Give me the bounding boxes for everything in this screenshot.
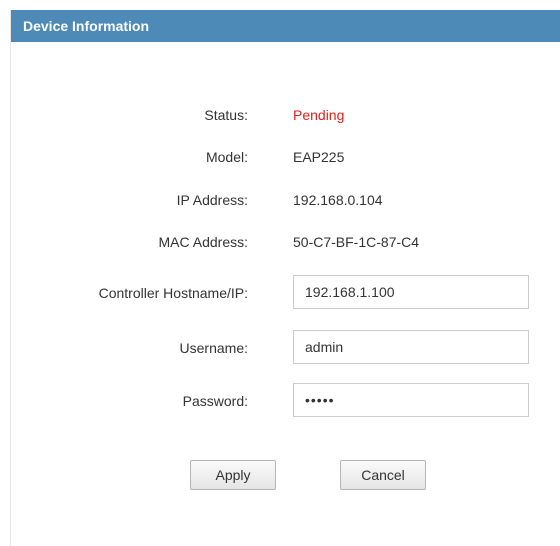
password-label: Password:	[182, 393, 248, 409]
model-value: EAP225	[293, 149, 345, 165]
ip-address-label: IP Address:	[176, 192, 248, 208]
status-value: Pending	[293, 107, 345, 123]
model-label: Model:	[205, 149, 248, 165]
mac-address-label: MAC Address:	[158, 234, 248, 250]
username-input[interactable]	[293, 330, 529, 364]
device-information-panel: Device Information Status: Pending Model…	[10, 10, 560, 546]
password-row: Password:	[11, 383, 560, 419]
status-row: Status: Pending	[11, 97, 560, 133]
password-input[interactable]	[293, 383, 529, 417]
button-row: Apply Cancel	[11, 460, 560, 496]
controller-label: Controller Hostname/IP:	[98, 285, 248, 301]
username-row: Username:	[11, 330, 560, 366]
cancel-button[interactable]: Cancel	[340, 460, 426, 490]
ip-address-value: 192.168.0.104	[293, 192, 383, 208]
panel-title: Device Information	[11, 10, 560, 42]
mac-address-value: 50-C7-BF-1C-87-C4	[293, 234, 420, 250]
model-row: Model: EAP225	[11, 139, 560, 175]
controller-hostname-input[interactable]	[293, 275, 529, 309]
username-label: Username:	[179, 340, 248, 356]
controller-row: Controller Hostname/IP:	[11, 275, 560, 311]
mac-address-row: MAC Address: 50-C7-BF-1C-87-C4	[11, 224, 560, 260]
apply-button[interactable]: Apply	[190, 460, 276, 490]
ip-address-row: IP Address: 192.168.0.104	[11, 182, 560, 218]
status-label: Status:	[204, 107, 248, 123]
